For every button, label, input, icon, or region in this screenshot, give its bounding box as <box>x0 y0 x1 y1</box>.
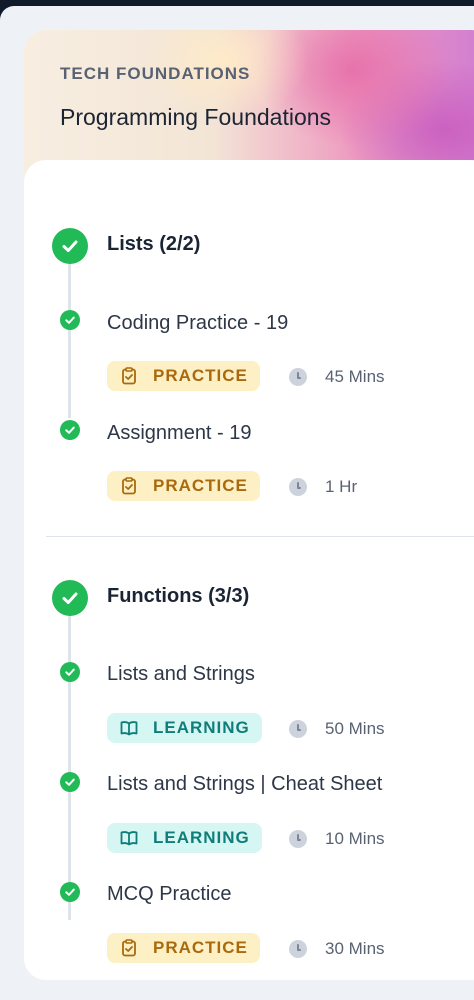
check-circle-icon <box>52 580 88 616</box>
clock-icon <box>289 940 307 958</box>
course-category: TECH FOUNDATIONS <box>60 64 251 83</box>
check-circle-icon <box>52 228 88 264</box>
tag-label: PRACTICE <box>153 476 248 495</box>
clipboard-check-icon <box>119 366 139 386</box>
check-circle-icon <box>60 662 80 682</box>
tag-label: LEARNING <box>153 718 250 737</box>
page-background: TECH FOUNDATIONS Programming Foundations… <box>0 6 474 1000</box>
practice-tag: PRACTICE <box>107 361 260 391</box>
tag-label: PRACTICE <box>153 366 248 385</box>
duration-text: 10 Mins <box>325 829 385 848</box>
item-title[interactable]: MCQ Practice <box>107 883 231 906</box>
duration: 45 Mins <box>289 367 385 387</box>
practice-tag: PRACTICE <box>107 933 260 963</box>
progress-rail <box>68 590 71 920</box>
check-circle-icon <box>60 310 80 330</box>
duration: 1 Hr <box>289 477 357 497</box>
item-title[interactable]: Assignment - 19 <box>107 422 252 445</box>
item-title[interactable]: Lists and Strings <box>107 663 255 686</box>
open-book-icon <box>119 828 139 848</box>
section-divider <box>46 536 474 537</box>
learning-tag: LEARNING <box>107 823 262 853</box>
tag-label: PRACTICE <box>153 938 248 957</box>
duration-text: 45 Mins <box>325 367 385 386</box>
learning-tag: LEARNING <box>107 713 262 743</box>
section-title[interactable]: Functions (3/3) <box>107 585 249 608</box>
duration: 10 Mins <box>289 829 385 849</box>
item-title[interactable]: Coding Practice - 19 <box>107 312 288 335</box>
duration-text: 30 Mins <box>325 939 385 958</box>
duration: 30 Mins <box>289 939 385 959</box>
clock-icon <box>289 830 307 848</box>
check-circle-icon <box>60 420 80 440</box>
duration-text: 1 Hr <box>325 477 358 496</box>
duration-text: 50 Mins <box>325 719 385 738</box>
check-circle-icon <box>60 772 80 792</box>
section-title[interactable]: Lists (2/2) <box>107 233 200 256</box>
practice-tag: PRACTICE <box>107 471 260 501</box>
clock-icon <box>289 478 307 496</box>
duration: 50 Mins <box>289 719 385 739</box>
course-title: Programming Foundations <box>60 104 332 130</box>
item-title[interactable]: Lists and Strings | Cheat Sheet <box>107 773 382 796</box>
check-circle-icon <box>60 882 80 902</box>
open-book-icon <box>119 718 139 738</box>
clipboard-check-icon <box>119 938 139 958</box>
clipboard-check-icon <box>119 476 139 496</box>
course-card: TECH FOUNDATIONS Programming Foundations… <box>24 30 474 980</box>
tag-label: LEARNING <box>153 828 250 847</box>
clock-icon <box>289 368 307 386</box>
clock-icon <box>289 720 307 738</box>
course-content: Lists (2/2) Coding Practice - 19 PRACTIC… <box>24 160 474 980</box>
